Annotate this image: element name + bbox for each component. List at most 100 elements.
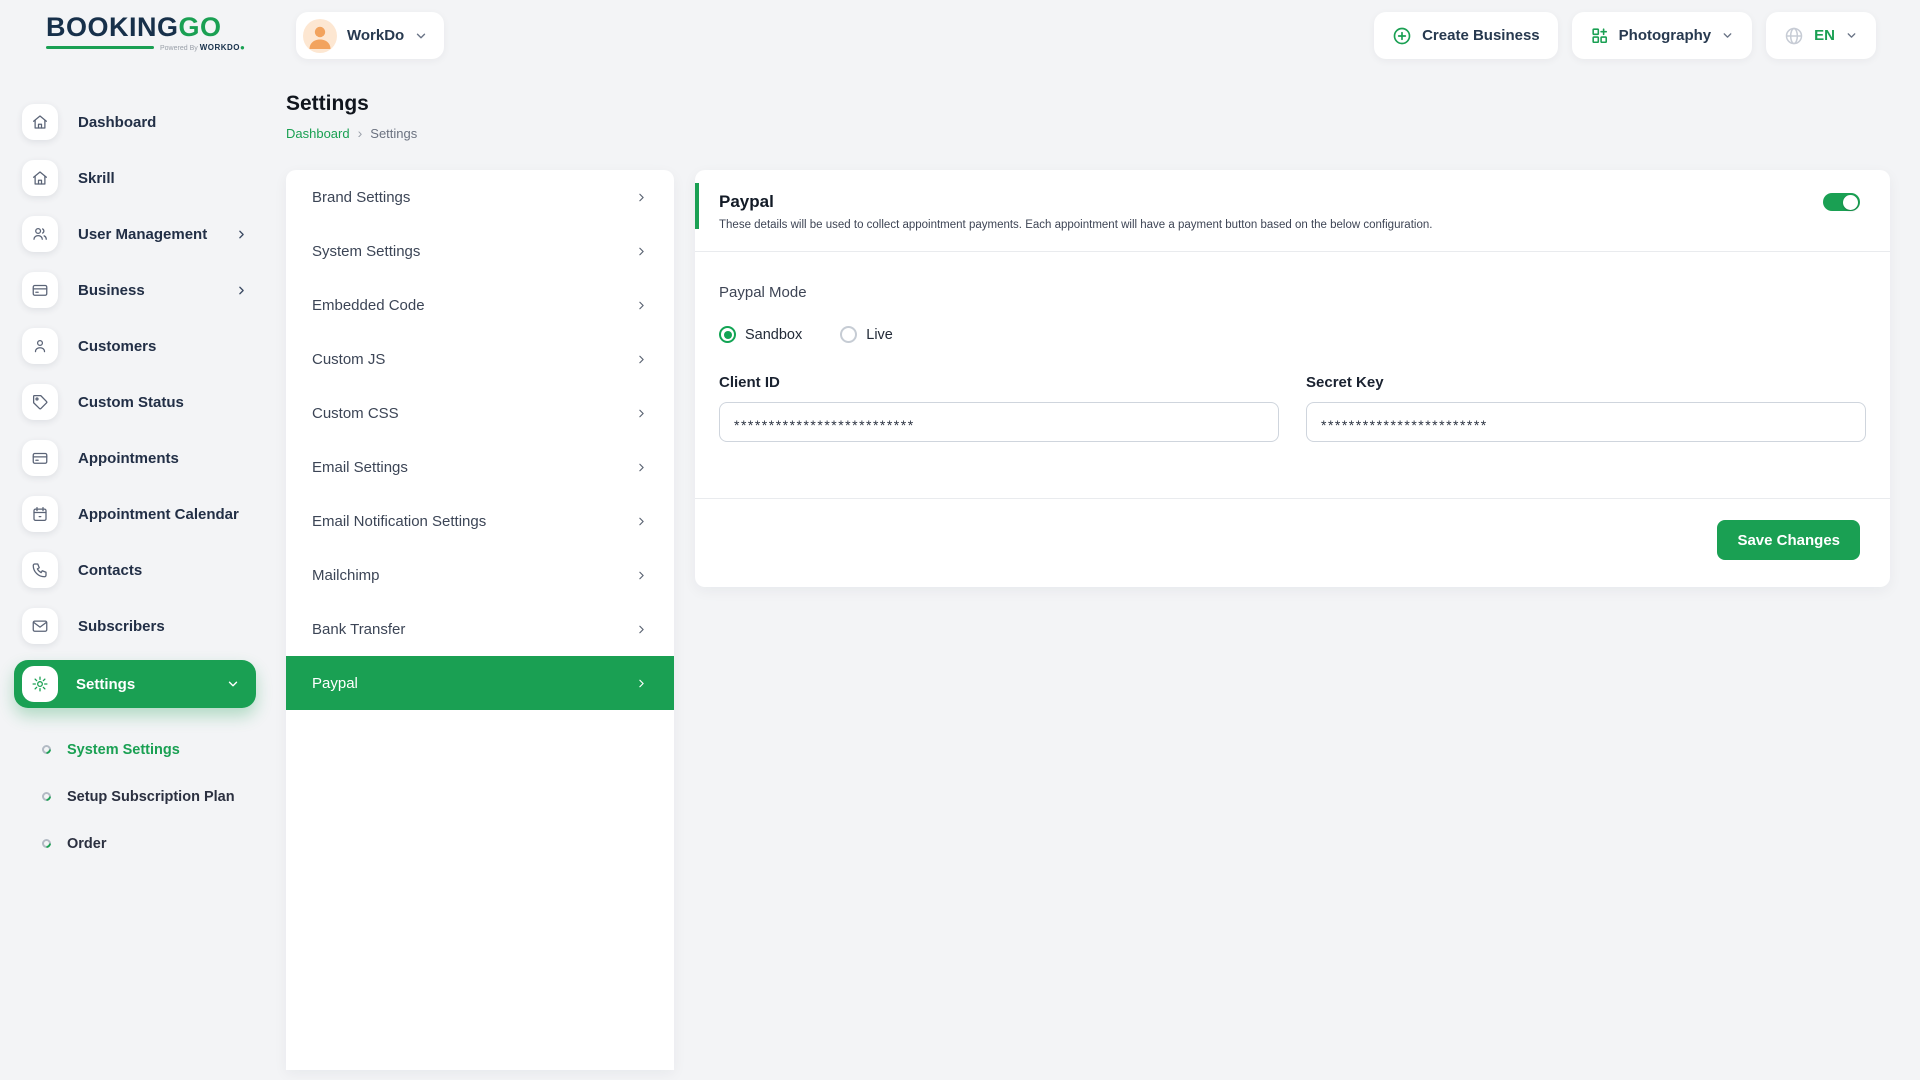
paypal-card-footer: Save Changes (695, 498, 1890, 587)
credit-card-icon (22, 440, 58, 476)
settings-content: Brand Settings System Settings Embedded … (286, 170, 1920, 1070)
sidebar-item-dashboard[interactable]: Dashboard (0, 94, 268, 150)
secret-key-input[interactable] (1306, 402, 1866, 442)
powered-by-text: Powered By WORKDO● (160, 43, 245, 52)
phone-icon (22, 552, 58, 588)
client-id-label: Client ID (719, 374, 1279, 391)
chevron-right-icon (635, 677, 648, 690)
paypal-mode-options: Sandbox Live (719, 326, 1866, 343)
workspace-switcher[interactable]: WorkDo (296, 12, 444, 59)
sidebar-item-label: Skrill (78, 170, 115, 187)
bullet-icon (40, 743, 53, 756)
settings-nav-panel: Brand Settings System Settings Embedded … (286, 170, 674, 1070)
sidebar-item-label: Appointments (78, 450, 179, 467)
sidebar-subitem-label: Order (67, 836, 107, 852)
mail-icon (22, 608, 58, 644)
bullet-icon (40, 837, 53, 850)
sidebar-item-label: Dashboard (78, 114, 156, 131)
sidebar-item-label: Appointment Calendar (78, 506, 239, 523)
radio-unselected-icon[interactable] (840, 326, 857, 343)
sidebar-subitem-label: Setup Subscription Plan (67, 789, 235, 805)
settings-nav-custom-js[interactable]: Custom JS (286, 332, 674, 386)
sidebar-subitem-label: System Settings (67, 742, 180, 758)
secret-key-field-group: Secret Key (1306, 374, 1866, 442)
paypal-card-header: Paypal These details will be used to col… (695, 170, 1890, 252)
brand-wordmark: BOOKINGGO (46, 13, 216, 41)
settings-nav-custom-css[interactable]: Custom CSS (286, 386, 674, 440)
paypal-enabled-toggle[interactable] (1823, 193, 1860, 211)
users-icon (22, 216, 58, 252)
sidebar-settings-submenu: System Settings Setup Subscription Plan … (0, 710, 268, 867)
workspace-name: WorkDo (347, 27, 404, 44)
sidebar-item-settings[interactable]: Settings (14, 660, 256, 708)
radio-option-live[interactable]: Live (840, 326, 893, 343)
settings-nav-email-notification-settings[interactable]: Email Notification Settings (286, 494, 674, 548)
settings-nav-label: Custom CSS (312, 405, 399, 422)
language-label: EN (1814, 27, 1835, 44)
language-dropdown[interactable]: EN (1766, 12, 1876, 59)
brand-subline: Powered By WORKDO● (46, 43, 216, 52)
sidebar-item-business[interactable]: Business (0, 262, 268, 318)
calendar-icon (22, 496, 58, 532)
chevron-right-icon (635, 623, 648, 636)
sidebar-subitem-system-settings[interactable]: System Settings (42, 726, 268, 773)
sidebar-item-label: User Management (78, 226, 207, 243)
sidebar-item-skrill[interactable]: Skrill (0, 150, 268, 206)
sidebar-item-contacts[interactable]: Contacts (0, 542, 268, 598)
settings-nav-mailchimp[interactable]: Mailchimp (286, 548, 674, 602)
sidebar-item-subscribers[interactable]: Subscribers (0, 598, 268, 654)
plus-circle-icon (1392, 26, 1412, 46)
breadcrumb-current: Settings (370, 126, 417, 141)
radio-selected-icon[interactable] (719, 326, 736, 343)
save-changes-button[interactable]: Save Changes (1717, 520, 1860, 560)
chevron-down-icon (1721, 29, 1734, 42)
sidebar-item-appointment-calendar[interactable]: Appointment Calendar (0, 486, 268, 542)
radio-option-label: Sandbox (745, 327, 802, 343)
sidebar-item-appointments[interactable]: Appointments (0, 430, 268, 486)
home-icon (22, 160, 58, 196)
brand-logo[interactable]: BOOKINGGO Powered By WORKDO● (46, 13, 216, 52)
settings-nav-system-settings[interactable]: System Settings (286, 224, 674, 278)
sidebar-item-customers[interactable]: Customers (0, 318, 268, 374)
sidebar-item-custom-status[interactable]: Custom Status (0, 374, 268, 430)
paypal-title: Paypal (719, 192, 1866, 212)
page-title: Settings (286, 92, 1920, 116)
radio-option-sandbox[interactable]: Sandbox (719, 326, 802, 343)
workspace-avatar (303, 19, 337, 53)
settings-nav-label: Embedded Code (312, 297, 425, 314)
sidebar-item-label: Settings (76, 676, 135, 693)
top-bar-actions: Create Business Photography EN (1374, 12, 1876, 59)
settings-nav-embedded-code[interactable]: Embedded Code (286, 278, 674, 332)
user-icon (22, 328, 58, 364)
breadcrumb-dashboard-link[interactable]: Dashboard (286, 126, 350, 141)
chevron-right-icon (635, 353, 648, 366)
settings-nav-email-settings[interactable]: Email Settings (286, 440, 674, 494)
sidebar-item-label: Custom Status (78, 394, 184, 411)
sidebar-subitem-order[interactable]: Order (42, 820, 268, 867)
sidebar-item-user-management[interactable]: User Management (0, 206, 268, 262)
home-icon (22, 104, 58, 140)
sidebar-subitem-setup-subscription-plan[interactable]: Setup Subscription Plan (42, 773, 268, 820)
chevron-right-icon (635, 569, 648, 582)
breadcrumb-separator: › (358, 125, 363, 141)
paypal-credential-fields: Client ID Secret Key (719, 374, 1866, 442)
client-id-input[interactable] (719, 402, 1279, 442)
create-business-button[interactable]: Create Business (1374, 12, 1558, 59)
toggle-knob (1843, 195, 1858, 210)
brand-underline (46, 46, 154, 49)
credit-card-icon (22, 272, 58, 308)
grid-plus-icon (1590, 26, 1609, 45)
paypal-card-body: Paypal Mode Sandbox Live Cli (695, 252, 1890, 498)
radio-option-label: Live (866, 327, 893, 343)
settings-nav-bank-transfer[interactable]: Bank Transfer (286, 602, 674, 656)
paypal-settings-card: Paypal These details will be used to col… (695, 170, 1890, 587)
sidebar-item-label: Subscribers (78, 618, 165, 635)
settings-nav-label: Custom JS (312, 351, 385, 368)
settings-nav-paypal[interactable]: Paypal (286, 656, 674, 710)
client-id-field-group: Client ID (719, 374, 1279, 442)
business-type-dropdown[interactable]: Photography (1572, 12, 1753, 59)
gear-icon (22, 666, 58, 702)
settings-nav-brand-settings[interactable]: Brand Settings (286, 170, 674, 224)
paypal-mode-label: Paypal Mode (719, 284, 1866, 301)
user-avatar-icon (303, 19, 337, 53)
